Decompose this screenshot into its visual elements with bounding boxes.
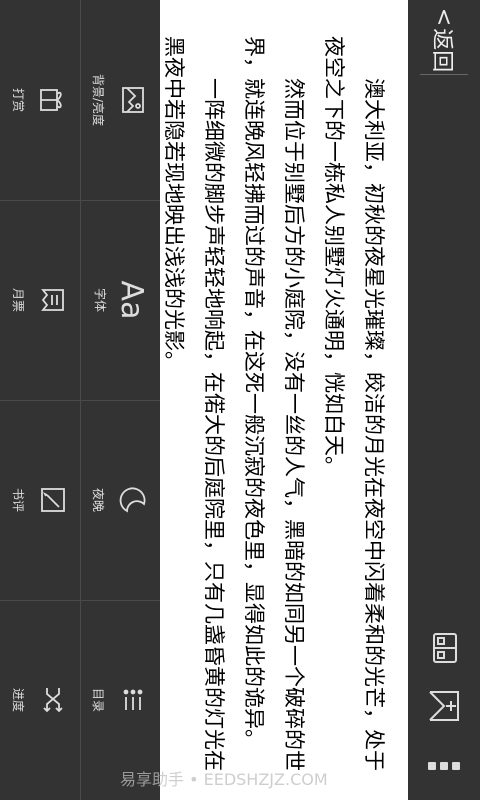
ticket-icon	[34, 284, 70, 316]
night-mode-label: 夜晚	[91, 487, 106, 512]
back-button[interactable]: < 返回	[408, 0, 480, 80]
tip-label: 打赏	[11, 87, 26, 112]
shuffle-icon	[34, 684, 70, 716]
more-icon[interactable]	[424, 746, 464, 782]
monthly-ticket-button[interactable]: 月票	[0, 200, 80, 400]
font-icon: Aa	[114, 280, 150, 320]
reading-menu: 背景/亮度 打赏 Aa 字体 月票 夜晚 书评 目录 进度	[0, 0, 160, 800]
toc-label: 目录	[91, 687, 106, 712]
progress-button[interactable]: 进度	[0, 600, 80, 800]
back-label: 返回	[429, 28, 454, 73]
add-bookmark-icon[interactable]	[424, 686, 464, 726]
review-button[interactable]: 书评	[0, 400, 80, 600]
background-brightness-button[interactable]: 背景/亮度	[80, 0, 160, 200]
paragraph-1: 澳大利亚，初秋的夜星光璀璨，皎洁的月光在夜空中闪着柔和的光芒，处于夜空之下的一栋…	[322, 36, 386, 771]
tip-button[interactable]: 打赏	[0, 0, 80, 200]
reading-area[interactable]: 澳大利亚，初秋的夜星光璀璨，皎洁的月光在夜空中闪着柔和的光芒，处于夜空之下的一栋…	[160, 0, 408, 800]
night-mode-button[interactable]: 夜晚	[80, 400, 160, 600]
progress-label: 进度	[11, 687, 26, 712]
edit-icon	[34, 484, 70, 516]
image-icon	[114, 84, 150, 116]
font-button[interactable]: Aa 字体	[80, 200, 160, 400]
top-toolbar: < 返回	[408, 0, 480, 800]
chevron-left-icon: <	[431, 7, 457, 27]
paragraph-2: 然而位于别墅后方的小庭院，没有一丝的人气，黑暗的如同另一个破碎的世界，就连晚风轻…	[242, 36, 306, 771]
monthly-ticket-label: 月票	[11, 287, 26, 312]
bookshelf-icon[interactable]	[424, 628, 464, 668]
list-icon	[114, 684, 150, 716]
chapter-text: 澳大利亚，初秋的夜星光璀璨，皎洁的月光在夜空中闪着柔和的光芒，处于夜空之下的一栋…	[160, 0, 408, 800]
review-label: 书评	[11, 487, 26, 512]
font-label: 字体	[93, 287, 108, 312]
toolbar-divider	[420, 74, 468, 75]
background-brightness-label: 背景/亮度	[91, 73, 106, 127]
paragraph-3: 一阵细微的脚步声轻轻地响起，在偌大的后庭院里，只有几盏昏黄的灯光在黑夜中若隐若现…	[162, 36, 226, 771]
watermark: 易享助手 • EEDSHZJZ.COM	[120, 770, 328, 789]
gift-icon	[34, 84, 70, 116]
moon-icon	[114, 484, 150, 516]
